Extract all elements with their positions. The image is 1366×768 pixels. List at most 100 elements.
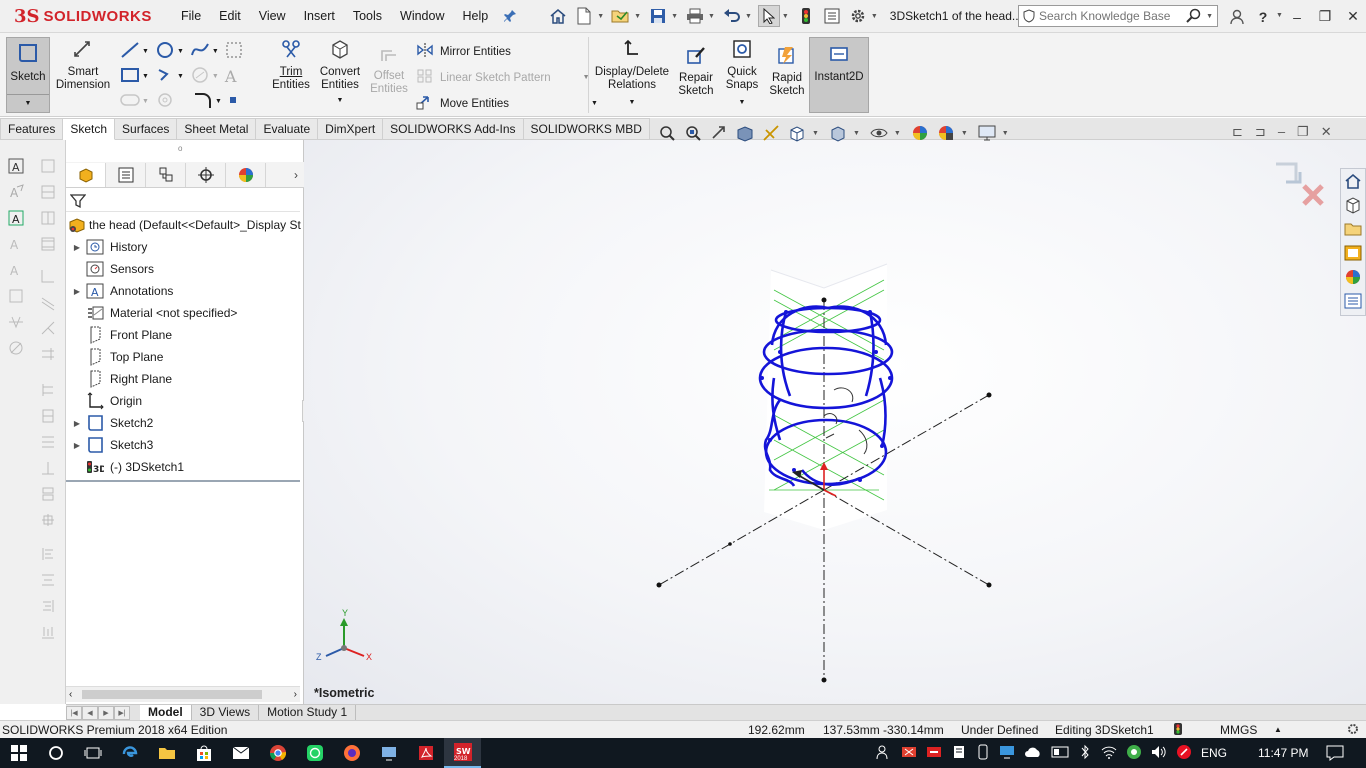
point-icon[interactable]	[228, 95, 238, 108]
doc-restore-icon[interactable]: ❐	[1297, 124, 1309, 140]
polygon-icon[interactable]	[190, 66, 210, 87]
tab-solidworks-mbd[interactable]: SOLIDWORKS MBD	[523, 118, 650, 140]
surface-finish-icon[interactable]: A	[6, 260, 26, 280]
scene-dropdown-icon[interactable]: ▼	[961, 130, 968, 137]
panel-grip-icon[interactable]: o	[178, 144, 182, 153]
instant2d-button[interactable]: Instant2D	[809, 37, 869, 113]
align-left-icon[interactable]	[38, 544, 58, 564]
sketch-text-icon[interactable]: A	[6, 156, 26, 176]
hide-show-dropdown-icon[interactable]: ▼	[894, 130, 901, 137]
tree-item-3dsketch1[interactable]: 3D (-) 3DSketch1	[68, 456, 184, 478]
expand-chevron-icon[interactable]: ▶	[68, 243, 86, 252]
slot-dropdown-icon[interactable]: ▼	[177, 73, 184, 80]
file-properties-icon[interactable]	[821, 5, 843, 27]
tray-card-icon[interactable]	[1051, 745, 1069, 762]
menu-file[interactable]: File	[172, 0, 210, 33]
file-explorer-icon[interactable]	[1341, 217, 1365, 241]
tabs-chevron-right-icon[interactable]: ›	[294, 168, 298, 182]
design-library-icon[interactable]	[1341, 193, 1365, 217]
view-orientation-dropdown-icon[interactable]: ▼	[812, 130, 819, 137]
slot-straight-icon[interactable]	[120, 93, 140, 110]
cancel-sketch-icon[interactable]	[1300, 182, 1326, 208]
move-entities-button[interactable]: Move Entities ▼	[416, 94, 598, 113]
relation-tangent-icon[interactable]	[38, 318, 58, 338]
options-dropdown-icon[interactable]: ▼	[871, 13, 878, 20]
relation-coincident-icon[interactable]	[38, 156, 58, 176]
tree-item-front-plane[interactable]: Front Plane	[68, 324, 172, 346]
store-icon[interactable]	[185, 738, 222, 768]
tray-bluetooth-icon[interactable]	[1078, 744, 1092, 763]
relation-horizontal-icon[interactable]	[38, 182, 58, 202]
search-knowledge-base[interactable]: ▼	[1018, 5, 1218, 27]
rectangle-dropdown-icon[interactable]: ▼	[142, 73, 149, 80]
convert-entities-button[interactable]: Convert Entities ▼	[317, 39, 363, 107]
ellipse-icon[interactable]	[155, 91, 175, 112]
align-right-icon[interactable]	[38, 596, 58, 616]
linear-sketch-pattern-button[interactable]: Linear Sketch Pattern ▼	[416, 68, 590, 87]
wifi-icon[interactable]	[1101, 745, 1117, 762]
tab-features[interactable]: Features	[0, 118, 64, 140]
first-tab-icon[interactable]: |◀	[66, 705, 82, 720]
whatsapp-icon[interactable]	[296, 738, 333, 768]
home-icon[interactable]	[547, 5, 569, 27]
zoom-to-fit-icon[interactable]	[656, 123, 678, 143]
pin-menu-icon[interactable]	[499, 5, 521, 27]
options-gear-icon[interactable]	[847, 5, 869, 27]
slot-icon[interactable]	[155, 66, 175, 87]
tree-item-sensors[interactable]: Sensors	[68, 258, 154, 280]
weld-symbol-icon[interactable]	[6, 312, 26, 332]
select-dropdown-icon[interactable]: ▼	[782, 13, 789, 20]
tab-model[interactable]: Model	[140, 704, 192, 721]
smart-dimension-button[interactable]: Smart Dimension	[55, 39, 111, 92]
spline-dropdown-icon[interactable]: ▼	[212, 48, 219, 55]
section-view-icon[interactable]	[734, 123, 756, 143]
hole-callout-icon[interactable]	[6, 338, 26, 358]
solidworks-logo[interactable]: 3S SOLIDWORKS	[0, 0, 160, 33]
status-units[interactable]: MMGS	[1220, 723, 1257, 737]
tab-surfaces[interactable]: Surfaces	[115, 118, 178, 140]
tab-dimxpert[interactable]: DimXpert	[318, 118, 384, 140]
tree-item-material[interactable]: Material <not specified>	[68, 302, 237, 324]
tray-monitor-icon[interactable]	[999, 745, 1015, 762]
tree-filter[interactable]	[66, 190, 300, 212]
red-app-tray-icon[interactable]	[1176, 744, 1192, 763]
relation-perpendicular-icon[interactable]	[38, 266, 58, 286]
relation-merge-icon[interactable]	[38, 484, 58, 504]
relation-parallel-icon[interactable]	[38, 292, 58, 312]
menu-window[interactable]: Window	[391, 0, 453, 33]
quick-snaps-button[interactable]: Quick Snaps ▼	[722, 39, 762, 109]
new-dropdown-icon[interactable]: ▼	[597, 13, 604, 20]
windows-start-icon[interactable]	[0, 738, 37, 768]
tree-horizontal-scrollbar[interactable]: ‹ ›	[66, 686, 300, 702]
expand-chevron-icon[interactable]: ▶	[68, 419, 86, 428]
usb-device-icon[interactable]	[976, 744, 990, 763]
menu-help[interactable]: Help	[454, 0, 498, 33]
language-indicator[interactable]: ENG	[1201, 746, 1227, 760]
balloon-icon[interactable]: A	[6, 234, 26, 254]
slot-straight-dropdown-icon[interactable]: ▼	[142, 98, 149, 105]
dynamic-annotation-icon[interactable]	[760, 123, 782, 143]
save-dropdown-icon[interactable]: ▼	[671, 13, 678, 20]
annotation-icon[interactable]: A	[6, 182, 26, 202]
rectangle-icon[interactable]	[120, 66, 140, 87]
close-window-icon[interactable]: ✕	[1338, 0, 1366, 33]
tab-evaluate[interactable]: Evaluate	[256, 118, 319, 140]
open-dropdown-icon[interactable]: ▼	[634, 13, 641, 20]
undo-icon[interactable]	[721, 5, 743, 27]
relation-symmetric-icon[interactable]	[38, 406, 58, 426]
display-style-dropdown-icon[interactable]: ▼	[853, 130, 860, 137]
search-input[interactable]	[1039, 9, 1179, 23]
filter-funnel-icon[interactable]	[70, 193, 86, 209]
scroll-right-icon[interactable]: ›	[294, 689, 297, 700]
onedrive-cloud-icon[interactable]	[1024, 746, 1042, 761]
relation-midpoint-icon[interactable]	[38, 458, 58, 478]
mirror-entities-button[interactable]: Mirror Entities	[416, 42, 511, 61]
construction-geometry-icon[interactable]	[225, 41, 243, 62]
tray-app-icon[interactable]	[951, 744, 967, 763]
select-arrow-icon[interactable]	[757, 5, 780, 27]
edit-appearance-icon[interactable]	[909, 123, 931, 143]
relation-fix-icon[interactable]	[38, 432, 58, 452]
expand-chevron-icon[interactable]: ▶	[68, 287, 86, 296]
hide-show-items-icon[interactable]	[868, 123, 890, 143]
customize-status-gear-icon[interactable]	[1346, 722, 1360, 739]
